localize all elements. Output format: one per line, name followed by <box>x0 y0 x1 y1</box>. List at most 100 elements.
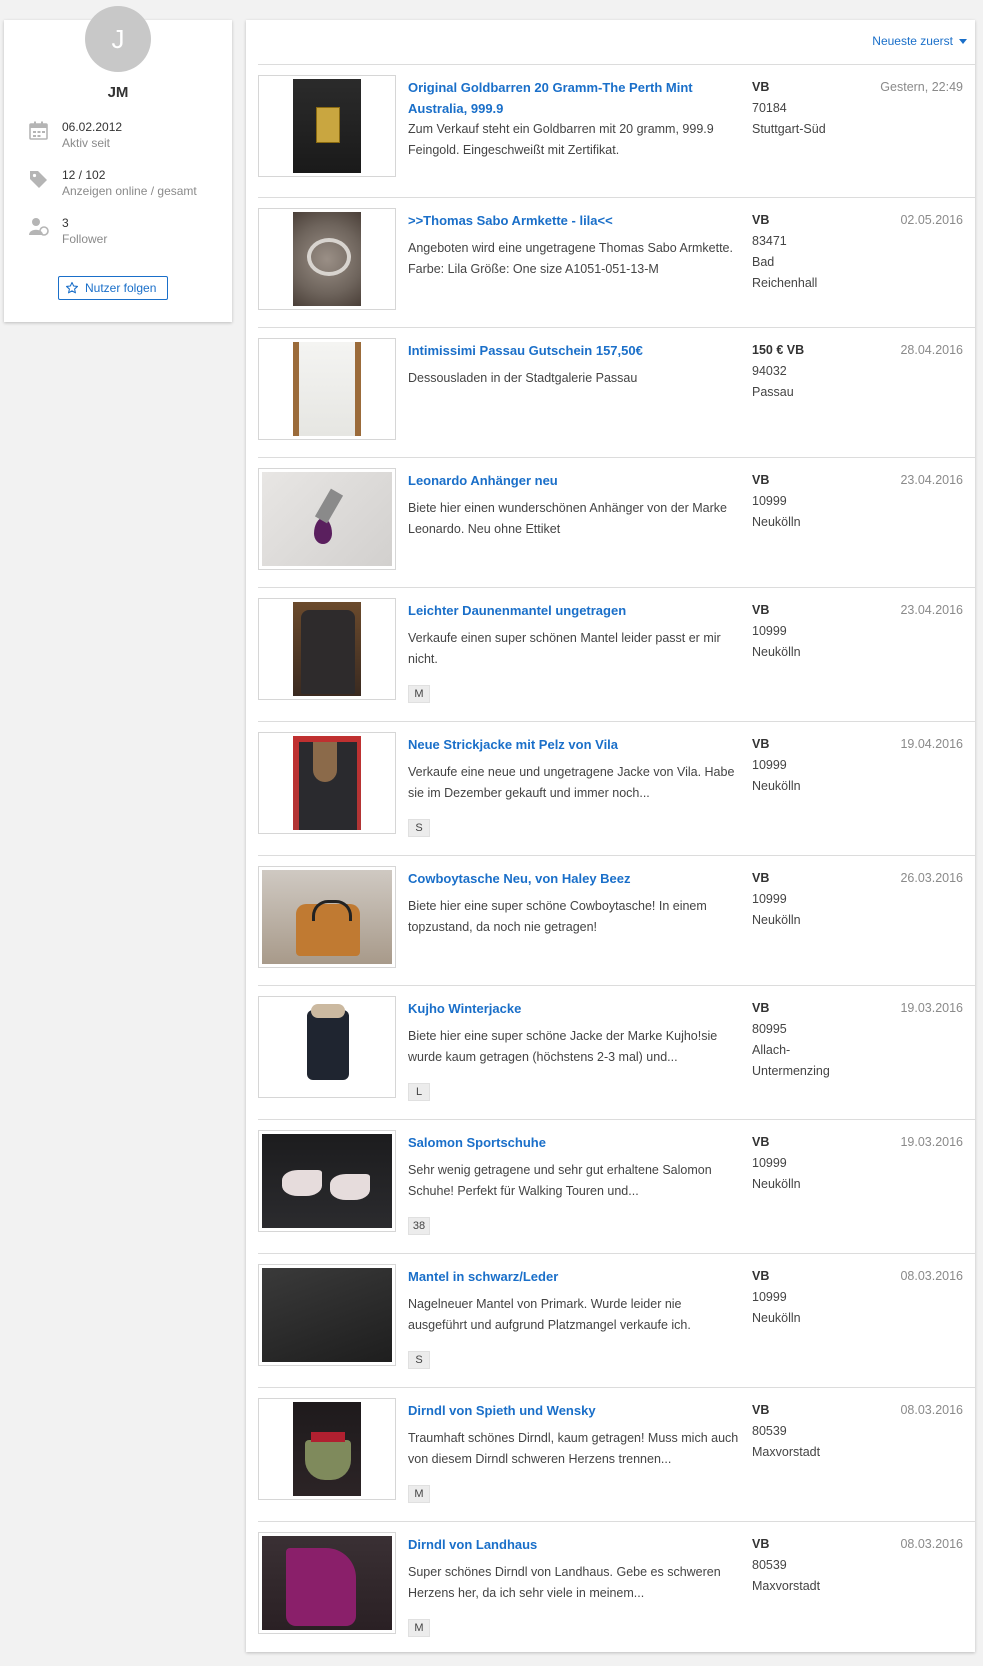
caret-down-icon <box>959 38 967 44</box>
listing-date: 26.03.2016 <box>900 871 963 885</box>
listing-image[interactable] <box>258 75 396 177</box>
listing-location: 10999 Neukölln <box>752 758 801 793</box>
listings-panel: Neueste zuerst Original Goldbarren 20 Gr… <box>246 20 975 1652</box>
listing-description: Dessousladen in der Stadtgalerie Passau <box>408 371 638 385</box>
listing-date: 23.04.2016 <box>900 473 963 487</box>
listing-description: Biete hier einen wunderschönen Anhänger … <box>408 501 727 536</box>
listing-location: 94032 Passau <box>752 364 794 399</box>
listing-title[interactable]: Mantel in schwarz/Leder <box>408 1266 728 1287</box>
listing-price: VB <box>752 80 770 94</box>
size-tag: S <box>408 819 430 837</box>
size-tag: M <box>408 685 430 703</box>
listing-title[interactable]: Leichter Daunenmantel ungetragen <box>408 600 728 621</box>
listing-image[interactable] <box>258 732 396 834</box>
listing-item[interactable]: Leonardo Anhänger neu Biete hier einen wu… <box>258 457 975 588</box>
follow-button-label: Nutzer folgen <box>85 281 157 295</box>
listing-date: 28.04.2016 <box>900 343 963 357</box>
sort-dropdown[interactable]: Neueste zuerst <box>872 34 967 48</box>
listing-description: Verkaufe eine neue und ungetragene Jacke… <box>408 765 735 800</box>
listing-location: 70184 Stuttgart-Süd <box>752 101 826 136</box>
listing-price: VB <box>752 737 770 751</box>
listing-title[interactable]: Original Goldbarren 20 Gramm-The Perth M… <box>408 77 728 119</box>
listing-price: VB <box>752 871 770 885</box>
listing-item[interactable]: Dirndl von Landhaus Super schönes Dirndl … <box>258 1521 975 1652</box>
listing-item[interactable]: Kujho Winterjacke Biete hier eine super s… <box>258 985 975 1116</box>
listing-image[interactable] <box>258 866 396 968</box>
listing-date: 19.04.2016 <box>900 737 963 751</box>
listing-title[interactable]: Leonardo Anhänger neu <box>408 470 728 491</box>
listing-price: 150 € VB <box>752 343 805 357</box>
size-tag: 38 <box>408 1217 430 1235</box>
size-tag: S <box>408 1351 430 1369</box>
listing-image[interactable] <box>258 208 396 310</box>
avatar: J <box>85 6 151 72</box>
size-tag: M <box>408 1619 430 1637</box>
listing-image[interactable] <box>258 1398 396 1500</box>
listing-date: 19.03.2016 <box>900 1135 963 1149</box>
listing-description: Sehr wenig getragene und sehr gut erhalt… <box>408 1163 712 1198</box>
listing-price: VB <box>752 213 770 227</box>
listing-location: 10999 Neukölln <box>752 1156 801 1191</box>
listing-title[interactable]: Cowboytasche Neu, von Haley Beez <box>408 868 728 889</box>
listing-title[interactable]: Neue Strickjacke mit Pelz von Vila <box>408 734 728 755</box>
listing-location: 10999 Neukölln <box>752 1290 801 1325</box>
listing-item[interactable]: Original Goldbarren 20 Gramm-The Perth M… <box>258 64 975 195</box>
listing-image[interactable] <box>258 1130 396 1232</box>
listing-description: Verkaufe einen super schönen Mantel leid… <box>408 631 721 666</box>
profile-name: JM <box>107 84 129 101</box>
listing-price: VB <box>752 473 770 487</box>
listing-title[interactable]: Dirndl von Spieth und Wensky <box>408 1400 728 1421</box>
listing-description: Traumhaft schönes Dirndl, kaum getragen!… <box>408 1431 739 1466</box>
profile-card: J JM 06.02.2012 Aktiv seit 12 / 102 Anze… <box>4 6 232 322</box>
listing-location: 10999 Neukölln <box>752 892 801 927</box>
listing-item[interactable]: Neue Strickjacke mit Pelz von Vila Verkau… <box>258 721 975 852</box>
listing-price: VB <box>752 1135 770 1149</box>
follower-icon <box>29 218 49 236</box>
listing-price: VB <box>752 1403 770 1417</box>
size-tag: M <box>408 1485 430 1503</box>
listing-date: 23.04.2016 <box>900 603 963 617</box>
listing-description: Angeboten wird eine ungetragene Thomas S… <box>408 241 733 276</box>
calendar-icon <box>29 121 48 140</box>
listing-title[interactable]: >>Thomas Sabo Armkette - lila<< <box>408 210 728 231</box>
listing-location: 10999 Neukölln <box>752 494 801 529</box>
listing-price: VB <box>752 1537 770 1551</box>
listing-title[interactable]: Dirndl von Landhaus <box>408 1534 728 1555</box>
listing-location: 10999 Neukölln <box>752 624 801 659</box>
listing-item[interactable]: Mantel in schwarz/Leder Nagelneuer Mantel… <box>258 1253 975 1384</box>
listing-price: VB <box>752 1269 770 1283</box>
listing-item[interactable]: Intimissimi Passau Gutschein 157,50€ Dess… <box>258 327 975 458</box>
listing-price: VB <box>752 1001 770 1015</box>
tag-icon <box>30 171 47 188</box>
active-since-label: Aktiv seit <box>62 136 111 150</box>
listing-description: Zum Verkauf steht ein Goldbarren mit 20 … <box>408 122 714 157</box>
listing-date: 19.03.2016 <box>900 1001 963 1015</box>
listing-date: 08.03.2016 <box>900 1537 963 1551</box>
listing-image[interactable] <box>258 468 396 570</box>
listing-title[interactable]: Intimissimi Passau Gutschein 157,50€ <box>408 340 728 361</box>
listing-description: Biete hier eine super schöne Jacke der M… <box>408 1029 718 1064</box>
ads-label: Anzeigen online / gesamt <box>62 184 197 198</box>
followers-label: Follower <box>62 232 108 246</box>
listing-location: 80539 Maxvorstadt <box>752 1558 821 1593</box>
listing-image[interactable] <box>258 996 396 1098</box>
follow-user-button[interactable]: Nutzer folgen <box>58 276 168 300</box>
followers-value: 3 <box>62 216 69 230</box>
listing-title[interactable]: Salomon Sportschuhe <box>408 1132 728 1153</box>
listing-date: 02.05.2016 <box>900 213 963 227</box>
listing-image[interactable] <box>258 1264 396 1366</box>
listing-title[interactable]: Kujho Winterjacke <box>408 998 728 1019</box>
listing-date: 08.03.2016 <box>900 1269 963 1283</box>
listing-location: 80539 Maxvorstadt <box>752 1424 821 1459</box>
listing-item[interactable]: Leichter Daunenmantel ungetragen Verkaufe… <box>258 587 975 718</box>
size-tag: L <box>408 1083 430 1101</box>
listing-image[interactable] <box>258 598 396 700</box>
listing-item[interactable]: >>Thomas Sabo Armkette - lila<< Angeboten… <box>258 197 975 328</box>
listing-image[interactable] <box>258 338 396 440</box>
listing-item[interactable]: Salomon Sportschuhe Sehr wenig getragene … <box>258 1119 975 1250</box>
listing-image[interactable] <box>258 1532 396 1634</box>
listing-price: VB <box>752 603 770 617</box>
listing-item[interactable]: Dirndl von Spieth und Wensky Traumhaft sc… <box>258 1387 975 1518</box>
listing-item[interactable]: Cowboytasche Neu, von Haley Beez Biete hi… <box>258 855 975 986</box>
listing-description: Super schönes Dirndl von Landhaus. Gebe … <box>408 1565 721 1600</box>
